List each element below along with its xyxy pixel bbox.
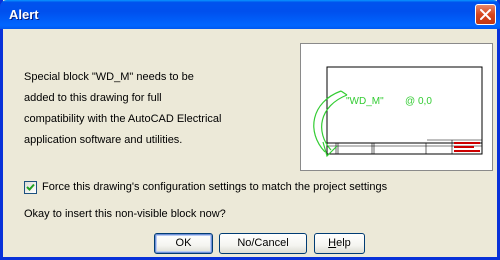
close-icon: [480, 9, 491, 20]
dialog-title: Alert: [9, 7, 39, 22]
insert-question: Okay to insert this non-visible block no…: [24, 208, 226, 220]
ok-button[interactable]: OK: [154, 233, 213, 254]
force-settings-checkbox[interactable]: [24, 181, 37, 194]
preview-block-label: "WD_M": [346, 96, 384, 107]
preview-coords: 0,0: [418, 96, 432, 107]
preview-symbol: @: [405, 96, 415, 107]
help-mnemonic: H: [328, 237, 337, 249]
message-line: compatibility with the AutoCAD Electrica…: [24, 113, 222, 125]
help-label: elp: [336, 237, 351, 249]
force-settings-label[interactable]: Force this drawing's configuration setti…: [42, 181, 387, 194]
message-line: application software and utilities.: [24, 134, 183, 146]
message-line: added to this drawing for full: [24, 92, 162, 104]
help-button[interactable]: Help: [314, 233, 365, 254]
message-line: Special block "WD_M" needs to be: [24, 71, 194, 83]
message-text: Special block "WD_M" needs to be added t…: [24, 67, 254, 151]
checkmark-icon: [26, 183, 35, 191]
block-preview-image: "WD_M" @ 0,0: [300, 43, 493, 171]
close-button[interactable]: [475, 4, 496, 25]
alert-dialog: Alert Special block "WD_M" needs to be a…: [0, 0, 500, 260]
no-cancel-button[interactable]: No/Cancel: [219, 233, 307, 254]
title-bar[interactable]: Alert: [0, 0, 500, 29]
